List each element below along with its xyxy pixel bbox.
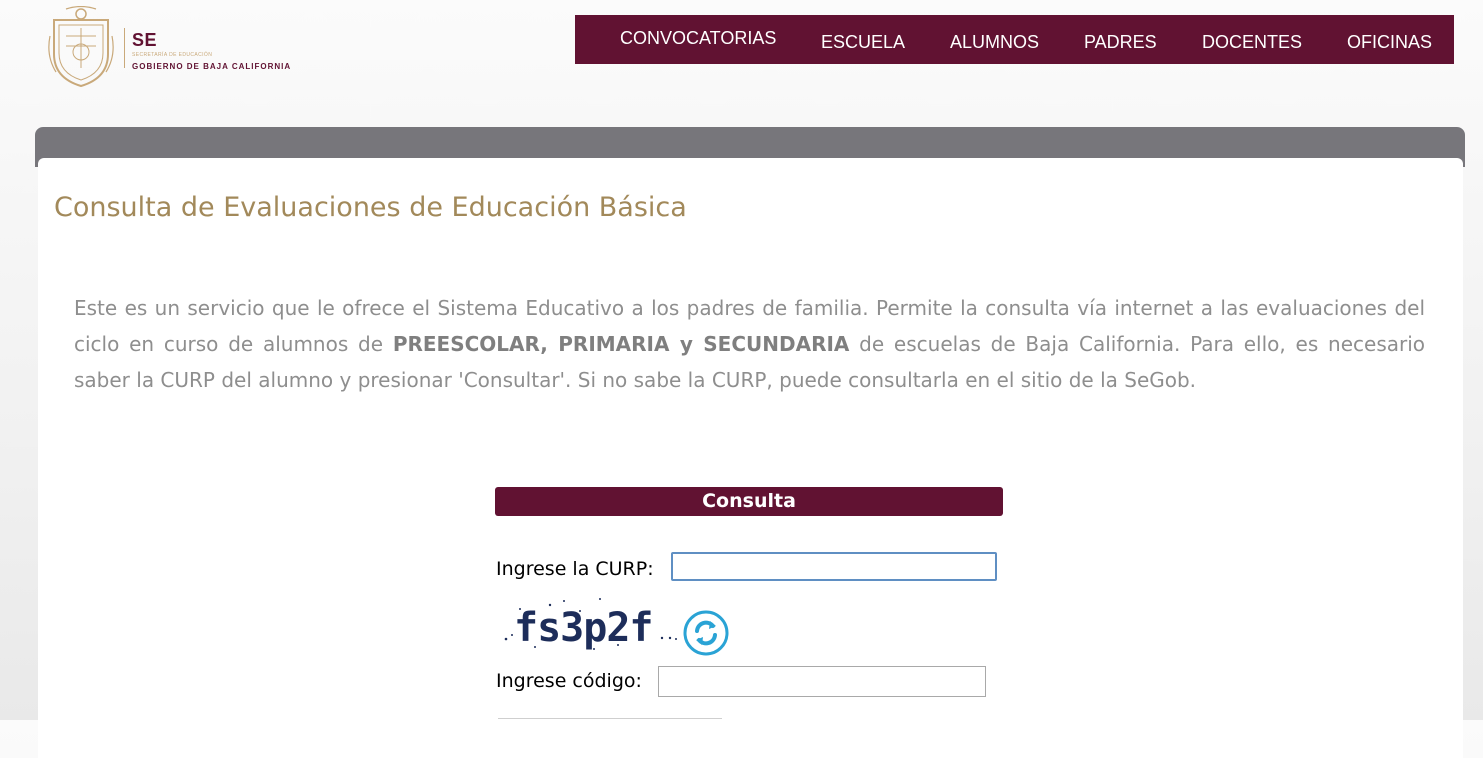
captcha-text: fs3p2f (514, 605, 653, 651)
code-label: Ingrese código: (496, 670, 642, 692)
state-seal-icon (48, 6, 114, 88)
nav-convocatorias[interactable]: CONVOCATORIAS (620, 28, 776, 49)
top-nav: CONVOCATORIAS ESCUELA ALUMNOS PADRES DOC… (575, 15, 1454, 64)
code-input[interactable] (658, 666, 986, 697)
nav-docentes[interactable]: DOCENTES (1202, 32, 1302, 53)
logo-subtitle: SECRETARÍA DE EDUCACIÓN (132, 52, 213, 58)
nav-padres[interactable]: PADRES (1084, 32, 1157, 53)
logo-government: GOBIERNO DE BAJA CALIFORNIA (132, 62, 292, 71)
nav-alumnos[interactable]: ALUMNOS (950, 32, 1039, 53)
consulta-form-header: Consulta (495, 487, 1003, 516)
page-title: Consulta de Evaluaciones de Educación Bá… (54, 192, 687, 223)
intro-text: Este es un servicio que le ofrece el Sis… (74, 290, 1425, 398)
nav-escuela[interactable]: ESCUELA (821, 32, 905, 53)
curp-label: Ingrese la CURP: (496, 558, 654, 580)
refresh-icon[interactable] (683, 610, 729, 656)
nav-oficinas[interactable]: OFICINAS (1347, 32, 1432, 53)
captcha-image: fs3p2f (504, 598, 677, 651)
logo-abbr: SE (132, 30, 158, 50)
site-logo[interactable]: SE SECRETARÍA DE EDUCACIÓN GOBIERNO DE B… (46, 6, 316, 92)
logo-divider (124, 28, 125, 68)
intro-levels: PREESCOLAR, PRIMARIA y SECUNDARIA (392, 332, 850, 356)
content-panel: Consulta de Evaluaciones de Educación Bá… (38, 158, 1463, 758)
curp-input[interactable] (671, 552, 997, 581)
